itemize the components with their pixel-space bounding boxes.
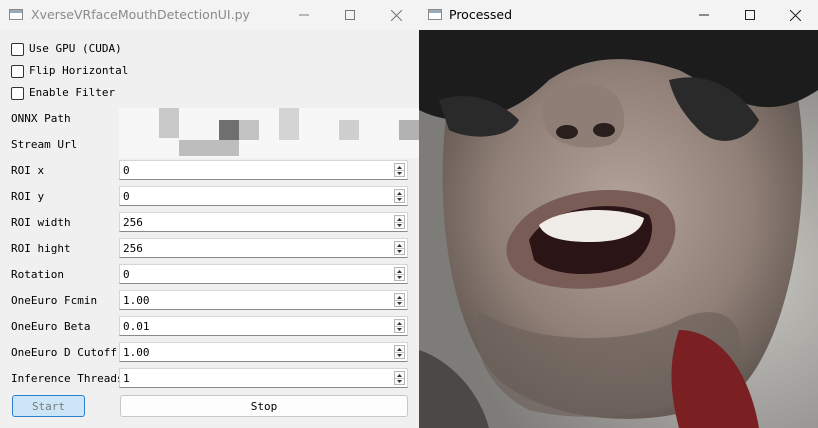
roi-hight-stepper[interactable] bbox=[394, 241, 405, 255]
onnx-path-field[interactable] bbox=[119, 108, 419, 158]
maximize-icon bbox=[745, 10, 755, 20]
oneeuro-d-cutoff-stepper[interactable] bbox=[394, 345, 405, 359]
minimize-button[interactable] bbox=[681, 0, 727, 30]
chevron-down-icon[interactable] bbox=[395, 300, 404, 306]
rotation-stepper[interactable] bbox=[394, 267, 405, 281]
oneeuro-beta-label: OneEuro Beta bbox=[11, 320, 91, 333]
roi-x-label: ROI x bbox=[11, 164, 45, 177]
processed-video-frame bbox=[419, 30, 818, 428]
chevron-down-icon[interactable] bbox=[395, 222, 404, 228]
processed-window: Processed bbox=[419, 0, 818, 428]
roi-y-row: ROI y 0 bbox=[0, 186, 419, 208]
oneeuro-beta-stepper[interactable] bbox=[394, 319, 405, 333]
checkbox-row-gpu[interactable]: Use GPU (CUDA) bbox=[0, 39, 419, 61]
rotation-row: Rotation 0 bbox=[0, 264, 419, 286]
maximize-button[interactable] bbox=[727, 0, 773, 30]
minimize-button[interactable] bbox=[281, 0, 327, 30]
inference-threads-spinbox[interactable]: 1 bbox=[119, 368, 408, 388]
roi-y-spinbox[interactable]: 0 bbox=[119, 186, 408, 206]
roi-x-value[interactable]: 0 bbox=[123, 164, 130, 177]
chevron-down-icon[interactable] bbox=[395, 248, 404, 254]
rotation-value[interactable]: 0 bbox=[123, 268, 130, 281]
oneeuro-d-cutoff-label: OneEuro D Cutoff bbox=[11, 346, 117, 359]
close-icon bbox=[390, 9, 402, 21]
roi-x-stepper[interactable] bbox=[394, 163, 405, 177]
close-button[interactable] bbox=[373, 0, 419, 30]
inference-threads-stepper[interactable] bbox=[394, 371, 405, 385]
chevron-down-icon[interactable] bbox=[395, 196, 404, 202]
chevron-down-icon[interactable] bbox=[395, 326, 404, 332]
filter-checkbox[interactable] bbox=[11, 87, 24, 100]
roi-width-row: ROI width 256 bbox=[0, 212, 419, 234]
roi-width-spinbox[interactable]: 256 bbox=[119, 212, 408, 232]
roi-width-label: ROI width bbox=[11, 216, 71, 229]
roi-y-label: ROI y bbox=[11, 190, 45, 203]
inference-threads-value[interactable]: 1 bbox=[123, 372, 130, 385]
titlebar[interactable]: Processed bbox=[419, 0, 818, 30]
maximize-icon bbox=[345, 10, 355, 20]
inference-threads-label: Inference Threads bbox=[11, 372, 124, 385]
checkbox-row-filter[interactable]: Enable Filter bbox=[0, 83, 419, 105]
gpu-checkbox-label[interactable]: Use GPU (CUDA) bbox=[29, 42, 122, 55]
roi-y-value[interactable]: 0 bbox=[123, 190, 130, 203]
checkbox-row-flip[interactable]: Flip Horizontal bbox=[0, 61, 419, 83]
maximize-button[interactable] bbox=[327, 0, 373, 30]
stop-button[interactable]: Stop bbox=[120, 395, 408, 417]
minimize-icon bbox=[699, 14, 709, 16]
oneeuro-fcmin-stepper[interactable] bbox=[394, 293, 405, 307]
close-button[interactable] bbox=[772, 0, 818, 30]
rotation-spinbox[interactable]: 0 bbox=[119, 264, 408, 284]
close-icon bbox=[789, 9, 801, 21]
roi-width-value[interactable]: 256 bbox=[123, 216, 143, 229]
chevron-down-icon[interactable] bbox=[395, 352, 404, 358]
titlebar[interactable]: XverseVRfaceMouthDetectionUI.py bbox=[0, 0, 419, 30]
window-icon bbox=[428, 9, 442, 20]
roi-hight-spinbox[interactable]: 256 bbox=[119, 238, 408, 258]
inference-threads-row: Inference Threads 1 bbox=[0, 368, 419, 390]
gpu-checkbox[interactable] bbox=[11, 43, 24, 56]
roi-width-stepper[interactable] bbox=[394, 215, 405, 229]
window-title: XverseVRfaceMouthDetectionUI.py bbox=[31, 7, 250, 22]
oneeuro-fcmin-value[interactable]: 1.00 bbox=[123, 294, 150, 307]
roi-hight-row: ROI hight 256 bbox=[0, 238, 419, 260]
flip-checkbox-label[interactable]: Flip Horizontal bbox=[29, 64, 128, 77]
minimize-icon bbox=[299, 14, 309, 16]
roi-hight-label: ROI hight bbox=[11, 242, 71, 255]
oneeuro-beta-value[interactable]: 0.01 bbox=[123, 320, 150, 333]
stream-url-label: Stream Url bbox=[11, 138, 78, 151]
window-icon bbox=[9, 9, 23, 20]
oneeuro-d-cutoff-row: OneEuro D Cutoff 1.00 bbox=[0, 342, 419, 364]
onnx-path-label: ONNX Path bbox=[11, 112, 71, 125]
oneeuro-beta-spinbox[interactable]: 0.01 bbox=[119, 316, 408, 336]
main-window: XverseVRfaceMouthDetectionUI.py Use GPU … bbox=[0, 0, 420, 428]
filter-checkbox-label[interactable]: Enable Filter bbox=[29, 86, 115, 99]
roi-x-row: ROI x 0 bbox=[0, 160, 419, 182]
flip-checkbox[interactable] bbox=[11, 65, 24, 78]
roi-hight-value[interactable]: 256 bbox=[123, 242, 143, 255]
start-button[interactable]: Start bbox=[12, 395, 85, 417]
chevron-down-icon[interactable] bbox=[395, 170, 404, 176]
rotation-label: Rotation bbox=[11, 268, 64, 281]
oneeuro-beta-row: OneEuro Beta 0.01 bbox=[0, 316, 419, 338]
chevron-down-icon[interactable] bbox=[395, 274, 404, 280]
oneeuro-fcmin-label: OneEuro Fcmin bbox=[11, 294, 98, 307]
chevron-down-icon[interactable] bbox=[395, 378, 404, 384]
oneeuro-fcmin-spinbox[interactable]: 1.00 bbox=[119, 290, 408, 310]
roi-x-spinbox[interactable]: 0 bbox=[119, 160, 408, 180]
oneeuro-d-cutoff-value[interactable]: 1.00 bbox=[123, 346, 150, 359]
window-title: Processed bbox=[449, 7, 513, 22]
oneeuro-d-cutoff-spinbox[interactable]: 1.00 bbox=[119, 342, 408, 362]
oneeuro-fcmin-row: OneEuro Fcmin 1.00 bbox=[0, 290, 419, 312]
roi-y-stepper[interactable] bbox=[394, 189, 405, 203]
